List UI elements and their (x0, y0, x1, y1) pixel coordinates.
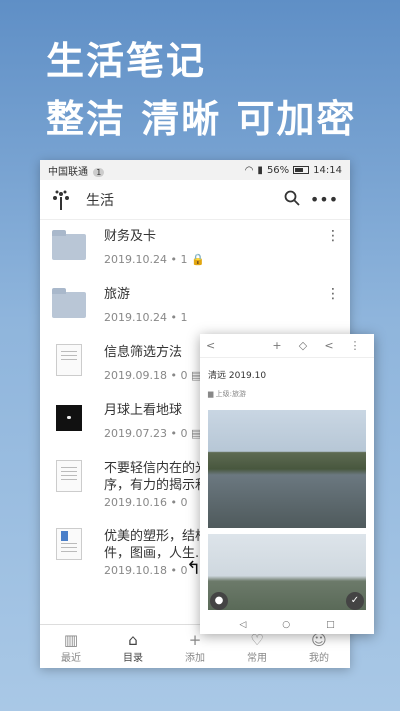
list-item[interactable]: 旅游 2019.10.24 • 1 ⋮ (40, 278, 350, 336)
bookmark-icon (61, 531, 68, 541)
return-arrow-icon: ↰ (186, 558, 202, 579)
item-more-icon[interactable]: ⋮ (326, 228, 340, 244)
lake-photo (208, 410, 366, 528)
nav-back-icon[interactable]: ◁ (239, 620, 246, 630)
promo-line-1: 生活笔记 (46, 39, 207, 83)
search-icon[interactable] (276, 190, 308, 210)
folder-icon (52, 230, 86, 260)
more-icon[interactable]: ••• (308, 190, 340, 209)
battery-percent: 56% (266, 164, 290, 176)
app-bar: 生活 ••• (40, 180, 350, 220)
signal-icon: ▮ (257, 164, 263, 176)
tab-recent[interactable]: ▥ 最近 (40, 625, 102, 668)
promo-line-2: 整洁 清晰 可加密 (46, 97, 357, 141)
carrier-label: 中国联通 (48, 166, 88, 178)
item-meta: 2019.10.24 • 1 🔒 (104, 253, 205, 266)
wifi-icon: ◠ (244, 164, 254, 176)
moon-thumbnail-icon (56, 405, 82, 431)
item-more-icon[interactable]: ⋮ (326, 286, 340, 302)
item-meta: 2019.10.24 • 1 (104, 311, 188, 324)
document-thumbnail-icon (56, 528, 82, 560)
nav-recent-icon[interactable]: □ (326, 620, 335, 630)
status-bar: 中国联通 1 ◠ ▮ 56% 14:14 (40, 160, 350, 180)
item-name: 不要轻信内在的光序，有力的揭示和 (104, 461, 209, 493)
item-name: 财务及卡 (104, 229, 157, 244)
folder-icon (52, 288, 86, 318)
item-name: 优美的塑形，结构件，图画，人生... (104, 529, 209, 561)
recent-icon: ▥ (63, 631, 79, 649)
tree-logo-icon (53, 190, 69, 210)
detail-toolbar: < + ◇ < ⋮ (200, 334, 374, 358)
page-title: 生活 (86, 192, 114, 209)
tag-icon[interactable]: ◇ (290, 339, 316, 352)
tab-catalog[interactable]: ⌂ 目录 (102, 625, 164, 668)
system-nav-bar: ◁ ○ □ (200, 616, 374, 634)
note-title: 清远 2019.10 (208, 371, 267, 381)
battery-icon (293, 166, 310, 174)
mountain-photo (208, 534, 366, 610)
list-item[interactable]: 财务及卡 2019.10.24 • 1 🔒 ⋮ (40, 220, 350, 278)
microphone-icon[interactable]: ● (210, 592, 228, 610)
more-icon[interactable]: ⋮ (342, 339, 368, 352)
add-icon[interactable]: + (264, 339, 290, 352)
clock: 14:14 (313, 164, 342, 176)
document-thumbnail-icon (56, 460, 82, 492)
carrier-badge: 1 (93, 167, 105, 177)
catalog-icon: ⌂ (128, 631, 138, 649)
document-thumbnail-icon (56, 344, 82, 376)
note-detail-panel: < + ◇ < ⋮ 清远 2019.10 ▆ 上级:旅游 ● ✓ ◁ ○ □ (200, 334, 374, 634)
share-icon[interactable]: < (316, 339, 342, 352)
item-name: 旅游 (104, 287, 131, 302)
back-icon[interactable]: < (206, 339, 264, 352)
check-icon[interactable]: ✓ (346, 592, 364, 610)
parent-folder-label: ▆ 上级:旅游 (208, 390, 246, 398)
nav-home-icon[interactable]: ○ (282, 620, 290, 630)
